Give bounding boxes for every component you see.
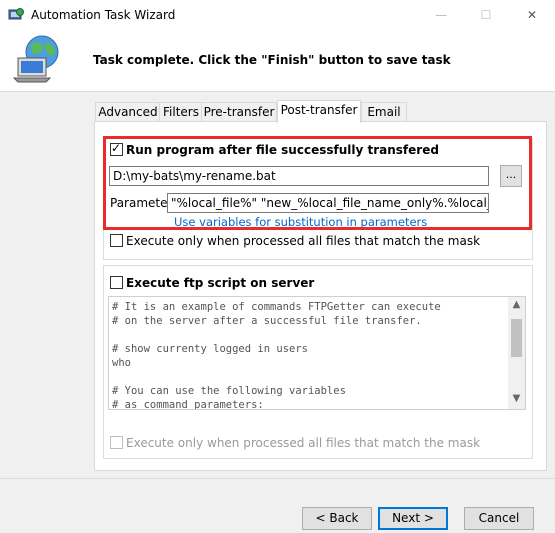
tab-advanced[interactable]: Advanced: [95, 102, 161, 122]
script-line: who: [112, 357, 131, 369]
close-button[interactable]: ✕: [509, 0, 555, 31]
app-icon: [8, 8, 24, 20]
script-line: # It is an example of commands FTPGetter…: [112, 301, 441, 313]
highlight-box: [103, 136, 532, 230]
cancel-button[interactable]: Cancel: [464, 507, 534, 530]
title-bar: Automation Task Wizard — ☐ ✕: [0, 0, 555, 31]
tab-post-transfer[interactable]: Post-transfer: [277, 100, 361, 123]
run-only-processed-checkbox[interactable]: [110, 234, 123, 247]
next-button[interactable]: Next >: [378, 507, 448, 530]
wizard-header: Task complete. Click the "Finish" button…: [0, 31, 555, 92]
back-button[interactable]: < Back: [302, 507, 372, 530]
script-scrollbar[interactable]: ▲ ▼: [508, 297, 525, 409]
globe-computer-icon: [12, 35, 59, 83]
maximize-button[interactable]: ☐: [463, 0, 509, 31]
ftp-script-checkbox[interactable]: [110, 276, 123, 289]
ftp-script-textarea[interactable]: # It is an example of commands FTPGetter…: [108, 296, 526, 410]
script-line: # You can use the following variables: [112, 385, 346, 397]
ftp-script-label: Execute ftp script on server: [126, 276, 315, 290]
script-line: # as command parameters:: [112, 399, 264, 410]
script-line: # show currenty logged in users: [112, 343, 308, 355]
tab-filters[interactable]: Filters: [159, 102, 203, 122]
footer-divider: [0, 478, 555, 479]
tab-email[interactable]: Email: [361, 102, 407, 122]
window-title: Automation Task Wizard: [31, 8, 176, 22]
minimize-button[interactable]: —: [418, 0, 464, 31]
script-line: # on the server after a successful file …: [112, 315, 422, 327]
run-only-processed-label: Execute only when processed all files th…: [126, 234, 481, 248]
scroll-up-icon[interactable]: ▲: [508, 299, 525, 310]
ftp-only-processed-label: Execute only when processed all files th…: [126, 436, 481, 450]
ftp-only-processed-checkbox[interactable]: [110, 436, 123, 449]
scroll-down-icon[interactable]: ▼: [508, 393, 525, 404]
header-message: Task complete. Click the "Finish" button…: [93, 53, 451, 67]
scroll-thumb[interactable]: [511, 319, 522, 357]
tab-pre-transfer[interactable]: Pre-transfer: [201, 102, 277, 122]
